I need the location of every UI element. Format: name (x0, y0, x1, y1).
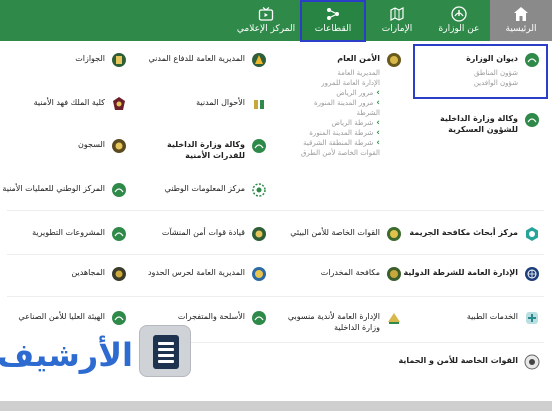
row-divider (8, 296, 545, 297)
sub-item[interactable]: مرور المدينة المنورة (302, 98, 381, 108)
entry-prisons[interactable]: السجون (8, 138, 128, 158)
sub-item[interactable]: الشرطة (302, 108, 381, 118)
nav-home-label: الرئيسية (506, 24, 538, 34)
border-guard-logo-icon (253, 267, 267, 281)
entry-title: وكالة وزارة الداخلية للقدرات الأمنية (168, 140, 246, 160)
entry-medical-services[interactable]: الخدمات الطبية (406, 310, 541, 330)
entry-title: الهيئة العليا للأمن الصناعي (19, 312, 106, 321)
entry-title: مركز أبحاث مكافحة الجريمة (410, 228, 519, 237)
top-navigation: الرئيسية عن الوزارة الإمارات القطاعات ال… (0, 0, 553, 41)
medical-logo-icon (527, 312, 539, 324)
map-icon (391, 7, 405, 21)
entry-security-capabilities[interactable]: وكالة وزارة الداخلية للقدرات الأمنية (138, 138, 268, 168)
entry-title: السجون (79, 140, 106, 149)
entry-interpol[interactable]: الإدارة العامة للشرطة الدولية (404, 266, 541, 286)
nav-emirates-label: الإمارات (382, 24, 414, 34)
entry-title: الأمن العام (338, 54, 381, 63)
nav-emirates[interactable]: الإمارات (367, 0, 429, 41)
emblem-icon (452, 6, 468, 22)
nav-about-ministry[interactable]: عن الوزارة (429, 0, 491, 41)
sub-item[interactable]: مرور الرياض (302, 88, 381, 98)
entry-crime-research[interactable]: مركز أبحاث مكافحة الجريمة (406, 226, 541, 246)
nav-media-center[interactable]: المركز الإعلامي (233, 0, 301, 41)
row-divider (8, 254, 545, 255)
ministry-emblem-icon (526, 113, 540, 127)
nav-about-ministry-label: عن الوزارة (439, 24, 481, 34)
entry-clubs-administration[interactable]: الإدارة العامة لأندية منسوبي وزارة الداخ… (278, 310, 403, 340)
sub-item[interactable]: شرطة الرياض (302, 118, 381, 128)
research-center-logo-icon (527, 227, 539, 241)
ministry-emblem-icon (113, 183, 127, 197)
civil-defense-logo-icon (253, 53, 267, 67)
entry-title: مركز المعلومات الوطني (165, 184, 246, 193)
entry-title: مكافحة المخدرات (321, 268, 381, 277)
entry-passports[interactable]: الجوازات (8, 52, 128, 72)
mujahideen-logo-icon (113, 267, 127, 281)
passports-logo-icon (113, 53, 127, 67)
sectors-highlight-box (301, 0, 367, 42)
ministry-emblem-icon (253, 139, 267, 153)
ministry-emblem-icon (113, 311, 127, 325)
special-forces-logo-icon (525, 354, 541, 370)
row-divider (8, 210, 545, 211)
entry-narcotics-control[interactable]: مكافحة المخدرات (268, 266, 403, 286)
entry-title: القوات الخاصة للأمن البيئي (291, 228, 381, 237)
public-security-logo-icon (388, 53, 402, 67)
tv-icon (259, 7, 275, 21)
entry-title: الأسلحة والمتفجرات (178, 312, 246, 321)
home-icon (515, 7, 529, 21)
entry-title: الإدارة العامة لأندية منسوبي وزارة الداخ… (288, 312, 381, 332)
information-center-logo-icon (253, 183, 267, 197)
entry-title: القوات الخاصة للأمن و الحماية (399, 356, 519, 365)
sub-item[interactable]: شرطة المنطقة الشرقية (302, 138, 381, 148)
ministry-emblem-icon (253, 311, 267, 325)
archive-label: الأرشيف (0, 336, 134, 374)
entry-title: الإدارة العامة للشرطة الدولية (404, 268, 519, 277)
entry-development-projects[interactable]: المشروعات التطويرية (8, 226, 128, 246)
bottom-strip (0, 401, 553, 411)
entry-title: كلية الملك فهد الأمنية (34, 98, 106, 107)
facilities-security-logo-icon (253, 227, 267, 241)
environmental-security-logo-icon (388, 227, 402, 241)
entry-title: المجاهدين (72, 268, 106, 277)
entry-title: الأحوال المدنية (197, 98, 246, 107)
entry-title: المركز الوطني للعمليات الأمنية (3, 184, 106, 193)
entry-civil-affairs[interactable]: الأحوال المدنية (138, 96, 268, 116)
entry-title: المديرية العامة للدفاع المدني (149, 54, 247, 63)
entry-national-security-operations[interactable]: المركز الوطني للعمليات الأمنية (3, 182, 128, 202)
entry-military-affairs[interactable]: وكالة وزارة الداخلية للشؤون العسكرية (411, 112, 541, 142)
entry-title: المديرية العامة لحرس الحدود (148, 268, 246, 277)
college-logo-icon (114, 97, 126, 110)
entry-facilities-security[interactable]: قيادة قوات أمن المنشآت (138, 226, 268, 246)
entry-national-information-center[interactable]: مركز المعلومات الوطني (138, 182, 268, 202)
prisons-logo-icon (113, 139, 127, 153)
sub-item[interactable]: الإدارة العامة للمرور (302, 78, 381, 88)
nav-home[interactable]: الرئيسية (491, 0, 553, 41)
entry-title: قيادة قوات أمن المنشآت (162, 228, 246, 237)
sub-item[interactable]: شرطة المدينة المنورة (302, 128, 381, 138)
entry-special-security-protection[interactable]: القوات الخاصة للأمن و الحماية (399, 354, 541, 374)
clubs-logo-icon (389, 313, 401, 324)
narcotics-control-logo-icon (388, 267, 402, 281)
entry-title: وكالة وزارة الداخلية للشؤون العسكرية (441, 114, 519, 134)
entry-title: المشروعات التطويرية (33, 228, 106, 237)
document-icon (140, 325, 192, 377)
ministry-emblem-icon (113, 227, 127, 241)
entry-civil-defense[interactable]: المديرية العامة للدفاع المدني (138, 52, 268, 72)
entry-public-security[interactable]: الأمن العام المديرية العامة الإدارة العا… (273, 52, 403, 177)
entry-title: الخدمات الطبية (467, 312, 519, 321)
interpol-logo-icon (526, 267, 540, 281)
sub-item[interactable]: القوات الخاصة لأمن الطرق (302, 148, 381, 158)
sub-item[interactable]: المديرية العامة (302, 68, 381, 78)
ministry-court-highlight-box (414, 44, 549, 99)
entry-title: الجوازات (76, 54, 106, 63)
row-divider (160, 342, 545, 343)
nav-media-center-label: المركز الإعلامي (237, 24, 297, 34)
civil-affairs-logo-icon (255, 100, 265, 109)
entry-environmental-security[interactable]: القوات الخاصة للأمن البيئي (268, 226, 403, 246)
entry-mujahideen[interactable]: المجاهدين (8, 266, 128, 286)
entry-border-guard[interactable]: المديرية العامة لحرس الحدود (138, 266, 268, 286)
archive-badge: الأرشيف (0, 325, 192, 389)
entry-king-fahd-security-college[interactable]: كلية الملك فهد الأمنية (8, 96, 128, 116)
